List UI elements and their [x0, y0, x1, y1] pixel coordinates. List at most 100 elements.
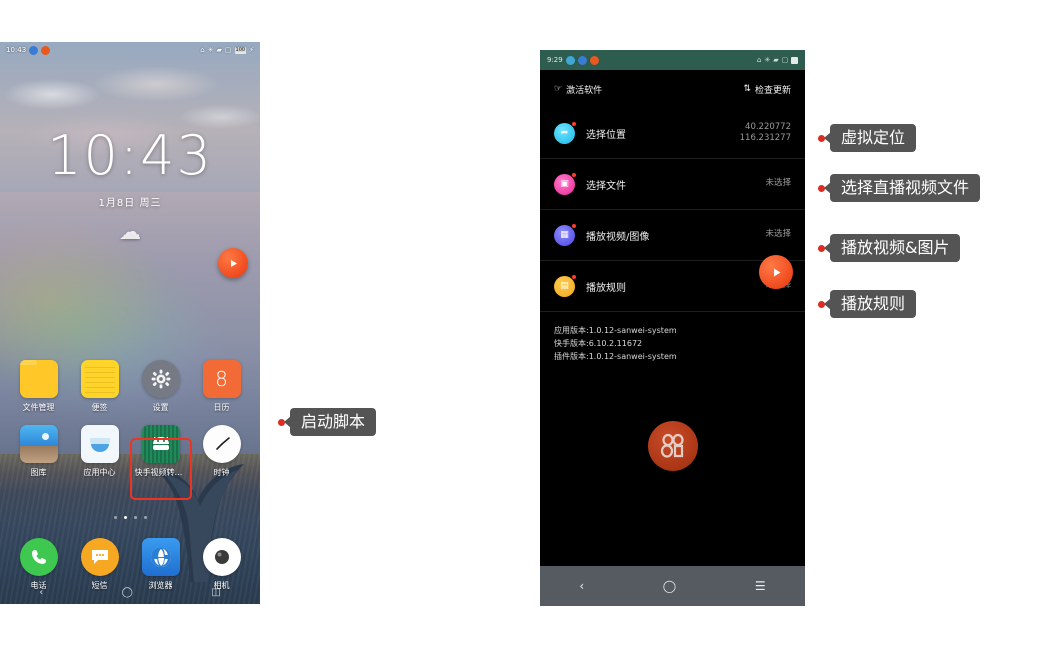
- app-calendar[interactable]: 8 日历: [191, 360, 252, 413]
- left-navigation-bar: ‹ ◯ ◫: [0, 580, 260, 604]
- bluetooth-icon: ✳: [764, 56, 771, 64]
- row-select-file[interactable]: ▣ 选择文件 未选择: [540, 159, 805, 210]
- lock-screen-date: 1月8日 周三: [98, 198, 162, 209]
- row-label: 播放视频/图像: [586, 231, 650, 243]
- annotation-label: 播放视频&图片: [830, 234, 961, 262]
- camera-icon: [202, 538, 241, 576]
- badge-dot: [572, 121, 576, 126]
- kuaishou-logo-icon: [647, 421, 698, 471]
- row-value: 40.220772 116.231277: [739, 121, 791, 143]
- calendar-icon: 8: [202, 360, 241, 398]
- activate-software-label: 激活软件: [566, 85, 603, 96]
- home-icon[interactable]: ◯: [122, 587, 133, 598]
- app-label: 应用中心: [83, 468, 116, 477]
- app-gallery[interactable]: 图库: [8, 425, 69, 478]
- android-robot-icon: [141, 425, 180, 463]
- row-label: 选择文件: [586, 180, 626, 192]
- right-phone-screen: 9:29 ⌂ ✳ ▰ ▢ ☞ 激活软件 ⇅ 检查更新 ➦ 选择位置 40.220…: [540, 50, 805, 606]
- notification-icon-3: [589, 55, 599, 65]
- floating-play-button-right[interactable]: [759, 255, 793, 289]
- pointer-icon: ☞: [554, 84, 563, 94]
- annotation-virtual-location: 虚拟定位: [818, 124, 917, 152]
- annotation-label: 启动脚本: [290, 408, 377, 436]
- play-icon: [773, 268, 780, 276]
- app-file-manager[interactable]: 文件管理: [8, 360, 69, 413]
- app-app-center[interactable]: 应用中心: [69, 425, 130, 478]
- floating-play-button-left[interactable]: [218, 248, 248, 278]
- refresh-icon: ⇅: [743, 84, 751, 94]
- row-value: 未选择: [765, 178, 791, 189]
- app-clock[interactable]: 时钟: [191, 425, 252, 478]
- app-label: 便签: [91, 403, 108, 412]
- play-icon: [230, 259, 237, 267]
- screenshot-canvas: 10:43 ⌂ ✳ ▰ ▢ 100 ⚡ 10:43 1月8日 周三 ☁ 文件管理…: [0, 0, 1050, 656]
- clock-icon: [202, 425, 241, 463]
- right-navigation-bar: ‹ ◯ ☰: [540, 566, 805, 606]
- page-indicator: [0, 516, 260, 519]
- app-kuaishou-video-converter[interactable]: 快手视频转换…: [130, 425, 191, 478]
- rules-icon: ▤: [554, 274, 576, 297]
- plugin-version: 插件版本:1.0.12-sanwei-system: [554, 352, 677, 362]
- annotation-launch-script: 启动脚本: [278, 408, 377, 436]
- home-icon[interactable]: ◯: [663, 579, 676, 593]
- annotation-select-live-video-file: 选择直播视频文件: [818, 174, 981, 202]
- row-select-location[interactable]: ➦ 选择位置 40.220772 116.231277: [540, 108, 805, 159]
- left-status-bar: 10:43 ⌂ ✳ ▰ ▢ 100 ⚡: [0, 42, 260, 58]
- home-icon: ⌂: [200, 46, 205, 54]
- row-play-video-image[interactable]: ▦ 播放视频/图像 未选择: [540, 210, 805, 261]
- app-label: 日历: [213, 403, 230, 412]
- badge-dot: [572, 172, 576, 177]
- gallery-icon: [19, 425, 58, 463]
- status-time: 9:29: [547, 56, 563, 64]
- recents-icon[interactable]: ☰: [755, 579, 766, 593]
- app-notes[interactable]: 便签: [69, 360, 130, 413]
- check-update-label: 检查更新: [754, 85, 791, 96]
- app-label: 时钟: [213, 468, 230, 477]
- left-phone-screen: 10:43 ⌂ ✳ ▰ ▢ 100 ⚡ 10:43 1月8日 周三 ☁ 文件管理…: [0, 42, 260, 604]
- notification-icon-1: [29, 45, 39, 55]
- kuaishou-version: 快手版本:6.10.2.11672: [554, 339, 643, 349]
- check-update-button[interactable]: ⇅ 检查更新: [743, 83, 791, 96]
- notification-icon-2: [41, 45, 51, 55]
- row-label: 选择位置: [586, 129, 626, 141]
- sim-icon: ▢: [781, 56, 789, 64]
- recents-icon[interactable]: ◫: [211, 587, 220, 598]
- annotation-play-rules: 播放规则: [818, 290, 917, 318]
- charging-icon: ⚡: [249, 46, 254, 54]
- folder-icon: [19, 360, 58, 398]
- annotation-play-video-and-image: 播放视频&图片: [818, 234, 961, 262]
- page-dot: [133, 516, 137, 519]
- back-icon[interactable]: ‹: [579, 579, 584, 593]
- right-status-bar: 9:29 ⌂ ✳ ▰ ▢: [540, 50, 805, 70]
- notification-icon-1: [565, 55, 575, 65]
- page-dot: [113, 516, 117, 519]
- calendar-day-number: 8: [215, 367, 228, 391]
- message-icon: [80, 538, 119, 576]
- app-header: ☞ 激活软件 ⇅ 检查更新: [540, 70, 805, 108]
- annotation-label: 播放规则: [830, 290, 917, 318]
- app-label: 设置: [152, 403, 169, 412]
- sim-icon: ▢: [224, 46, 232, 54]
- file-icon: ▣: [554, 172, 576, 195]
- video-icon: ▦: [554, 223, 576, 246]
- activate-software-button[interactable]: ☞ 激活软件: [554, 83, 602, 96]
- cloud-icon: ☁: [119, 220, 141, 245]
- app-version: 应用版本:1.0.12-sanwei-system: [554, 326, 677, 335]
- back-icon[interactable]: ‹: [39, 587, 43, 598]
- row-value: 未选择: [765, 229, 791, 240]
- app-label: 文件管理: [22, 403, 55, 412]
- battery-icon: [791, 56, 798, 64]
- version-info: 应用版本:1.0.12-sanwei-system 快手版本:6.10.2.11…: [540, 312, 805, 364]
- bluetooth-icon: ✳: [207, 46, 214, 54]
- notification-icon-2: [577, 55, 587, 65]
- lock-screen-clock: 10:43: [47, 124, 213, 187]
- wifi-icon: ▰: [216, 46, 222, 54]
- app-settings[interactable]: 设置: [130, 360, 191, 413]
- app-center-icon: [80, 425, 119, 463]
- page-dot-active: [123, 516, 127, 519]
- phone-icon: [19, 538, 58, 576]
- location-icon: ➦: [554, 121, 576, 144]
- annotation-label: 虚拟定位: [830, 124, 917, 152]
- home-app-grid: 文件管理 便签 设置 8 日历 图库 应用中心 快手视频转换… 时钟: [0, 360, 260, 478]
- badge-dot: [572, 223, 576, 228]
